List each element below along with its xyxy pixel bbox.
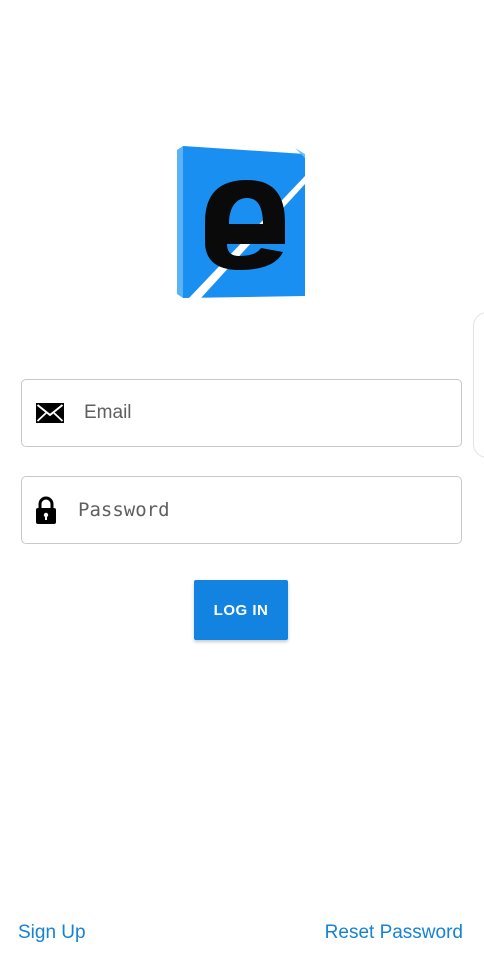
email-input[interactable]	[84, 380, 444, 446]
sign-up-link[interactable]: Sign Up	[18, 922, 86, 944]
login-button[interactable]: LOG IN	[194, 580, 288, 640]
email-field[interactable]	[21, 379, 462, 447]
reset-password-link[interactable]: Reset Password	[325, 922, 463, 944]
password-field[interactable]	[21, 476, 462, 544]
app-logo-icon	[177, 146, 305, 298]
side-drawer-handle[interactable]	[473, 312, 484, 458]
app-logo	[177, 146, 305, 298]
envelope-icon	[36, 403, 64, 423]
lock-icon	[35, 496, 57, 524]
password-input[interactable]	[78, 477, 444, 543]
